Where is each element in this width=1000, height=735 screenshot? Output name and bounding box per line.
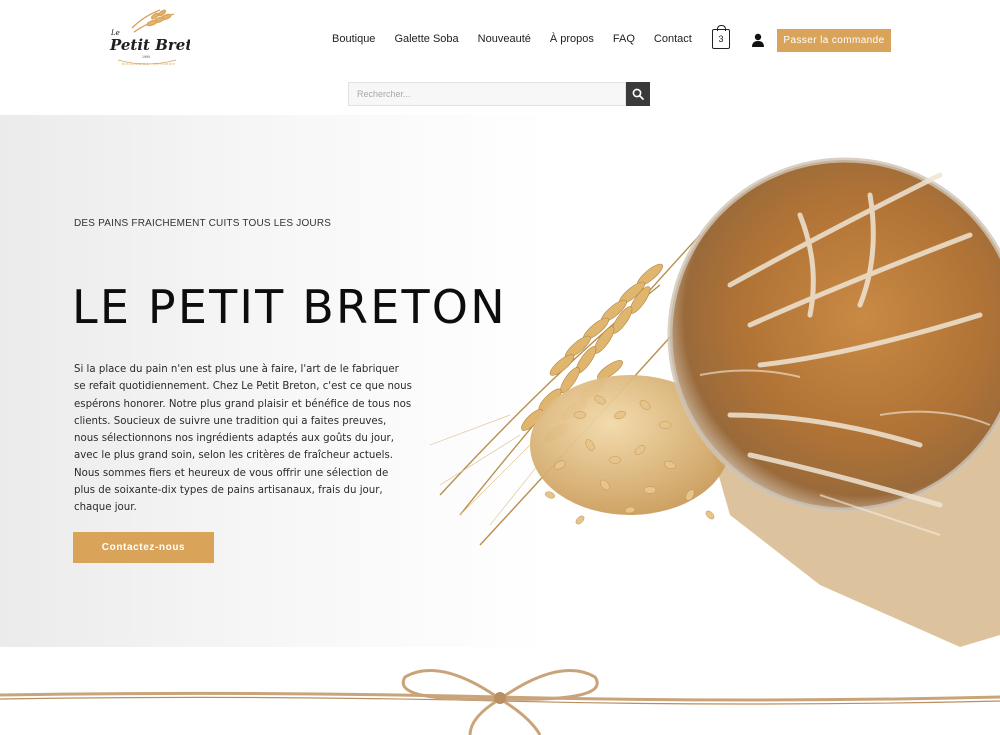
site-header: Le Petit Breton 1990 BOULANGERIE · PÂTIS…	[0, 0, 1000, 115]
nav-nouveaute[interactable]: Nouveauté	[478, 33, 531, 45]
svg-text:1990: 1990	[142, 55, 150, 59]
nav-a-propos[interactable]: À propos	[550, 33, 594, 45]
twine-divider-image	[0, 647, 1000, 735]
cart-count: 3	[718, 34, 724, 44]
cart-icon[interactable]: 3	[712, 25, 730, 49]
nav-faq[interactable]: FAQ	[613, 33, 635, 45]
nav-boutique[interactable]: Boutique	[332, 33, 375, 45]
logo[interactable]: Le Petit Breton 1990 BOULANGERIE · PÂTIS…	[104, 8, 190, 70]
hero-eyebrow: DES PAINS FRAICHEMENT CUITS TOUS LES JOU…	[74, 218, 332, 229]
nav-contact[interactable]: Contact	[654, 33, 692, 45]
search-button[interactable]	[626, 82, 650, 106]
user-icon[interactable]	[751, 33, 765, 47]
svg-text:Petit Breton: Petit Breton	[109, 36, 190, 54]
hero-section: DES PAINS FRAICHEMENT CUITS TOUS LES JOU…	[0, 115, 1000, 647]
order-button[interactable]: Passer la commande	[777, 29, 891, 52]
contact-button[interactable]: Contactez-nous	[73, 532, 214, 563]
nav-galette-soba[interactable]: Galette Soba	[394, 33, 458, 45]
search-icon	[632, 88, 644, 100]
search-bar	[348, 82, 650, 106]
main-nav: Boutique Galette Soba Nouveauté À propos…	[332, 33, 711, 45]
bread-wheat-image	[429, 157, 1000, 647]
svg-text:BOULANGERIE · PÂTISSERIE: BOULANGERIE · PÂTISSERIE	[122, 61, 175, 66]
search-input[interactable]	[348, 82, 626, 106]
hero-description: Si la place du pain n'en est plus une à …	[74, 364, 412, 514]
